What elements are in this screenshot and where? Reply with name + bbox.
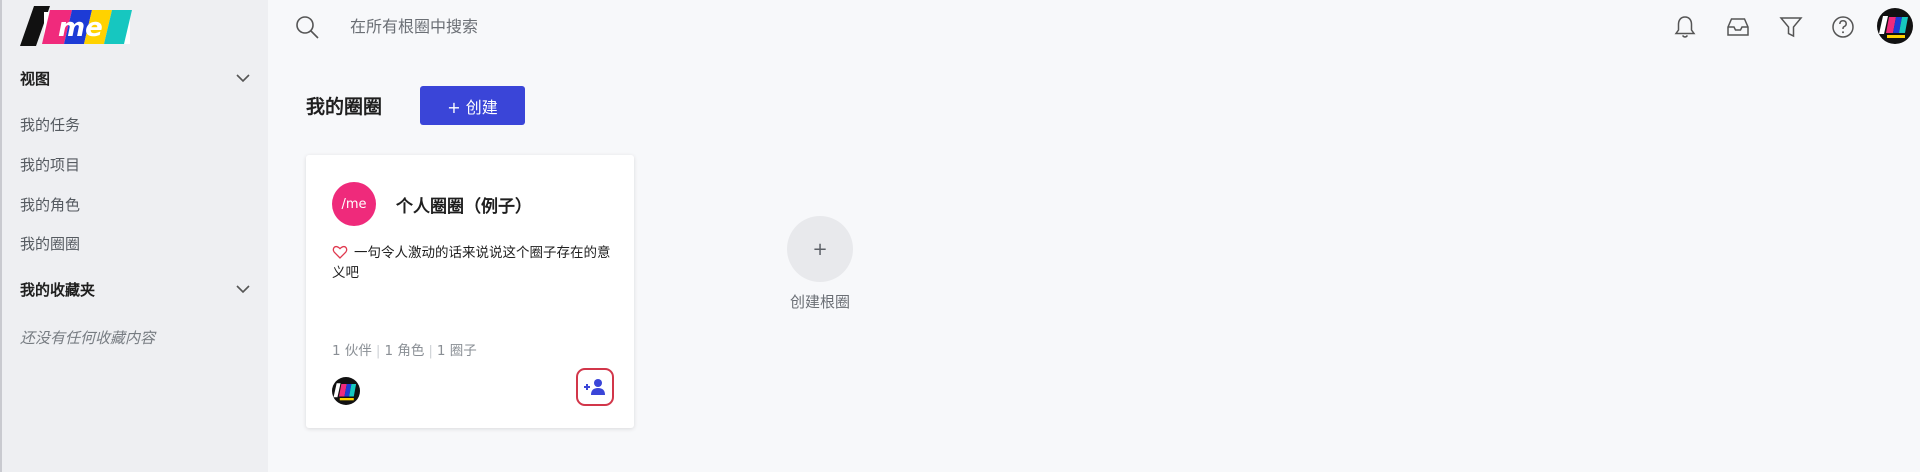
me-logo-icon (1879, 16, 1908, 38)
circle-purpose: 一句令人激动的话来说说这个圈子存在的意义吧 (332, 245, 611, 281)
member-avatar[interactable] (332, 377, 360, 405)
circle-title[interactable]: 个人圈圈（例子） (396, 192, 532, 217)
chevron-down-icon[interactable] (234, 280, 252, 298)
create-root-label[interactable]: 创建根圈 (775, 291, 865, 312)
sidebar-item-my-roles[interactable]: 我的角色 (20, 194, 80, 215)
sidebar-item-my-circles[interactable]: 我的圈圈 (20, 233, 80, 254)
role-count: 1 角色 (384, 343, 425, 359)
search-input[interactable] (350, 10, 950, 42)
search-icon[interactable] (294, 14, 320, 40)
partner-count: 1 伙伴 (332, 343, 372, 359)
filter-icon[interactable] (1778, 14, 1804, 40)
sidebar-section-title: 我的收藏夹 (20, 280, 96, 299)
help-icon[interactable] (1830, 14, 1856, 40)
favorites-empty-text: 还没有任何收藏内容 (20, 329, 156, 347)
circle-logo: /me (332, 182, 376, 226)
add-member-button[interactable] (576, 368, 614, 406)
stats-divider: | (375, 343, 381, 359)
chevron-down-icon[interactable] (234, 69, 252, 87)
add-user-icon (584, 379, 605, 395)
sidebar-section-favorites[interactable]: 我的收藏夹 (20, 274, 252, 304)
app-logo[interactable]: me (20, 6, 132, 46)
sidebar-item-my-tasks[interactable]: 我的任务 (20, 114, 80, 135)
circle-stats: 1 伙伴 | 1 角色 | 1 圈子 (332, 339, 477, 359)
page-title: 我的圈圈 (306, 96, 383, 118)
sidebar: me 视图 我的任务 我的项目 我的角色 我的圈圈 我的收藏夹 还没有任何收藏内… (0, 0, 268, 472)
create-circle-button[interactable]: + 创建 (420, 86, 525, 125)
stats-divider: | (428, 343, 433, 359)
circle-card[interactable]: /me 个人圈圈（例子） 一句令人激动的话来说说这个圈子存在的意义吧 1 伙伴 |… (306, 155, 634, 428)
sidebar-item-my-projects[interactable]: 我的项目 (20, 154, 80, 175)
inbox-icon[interactable] (1725, 14, 1751, 40)
sidebar-section-views[interactable]: 视图 (20, 63, 252, 93)
me-logo-icon (333, 383, 357, 401)
create-root-button[interactable]: + (787, 216, 853, 282)
subcircle-count: 1 圈子 (436, 343, 477, 359)
bell-icon[interactable] (1672, 14, 1698, 40)
user-avatar[interactable] (1877, 8, 1913, 44)
svg-text:me: me (58, 13, 103, 43)
sidebar-section-title: 视图 (20, 69, 51, 88)
